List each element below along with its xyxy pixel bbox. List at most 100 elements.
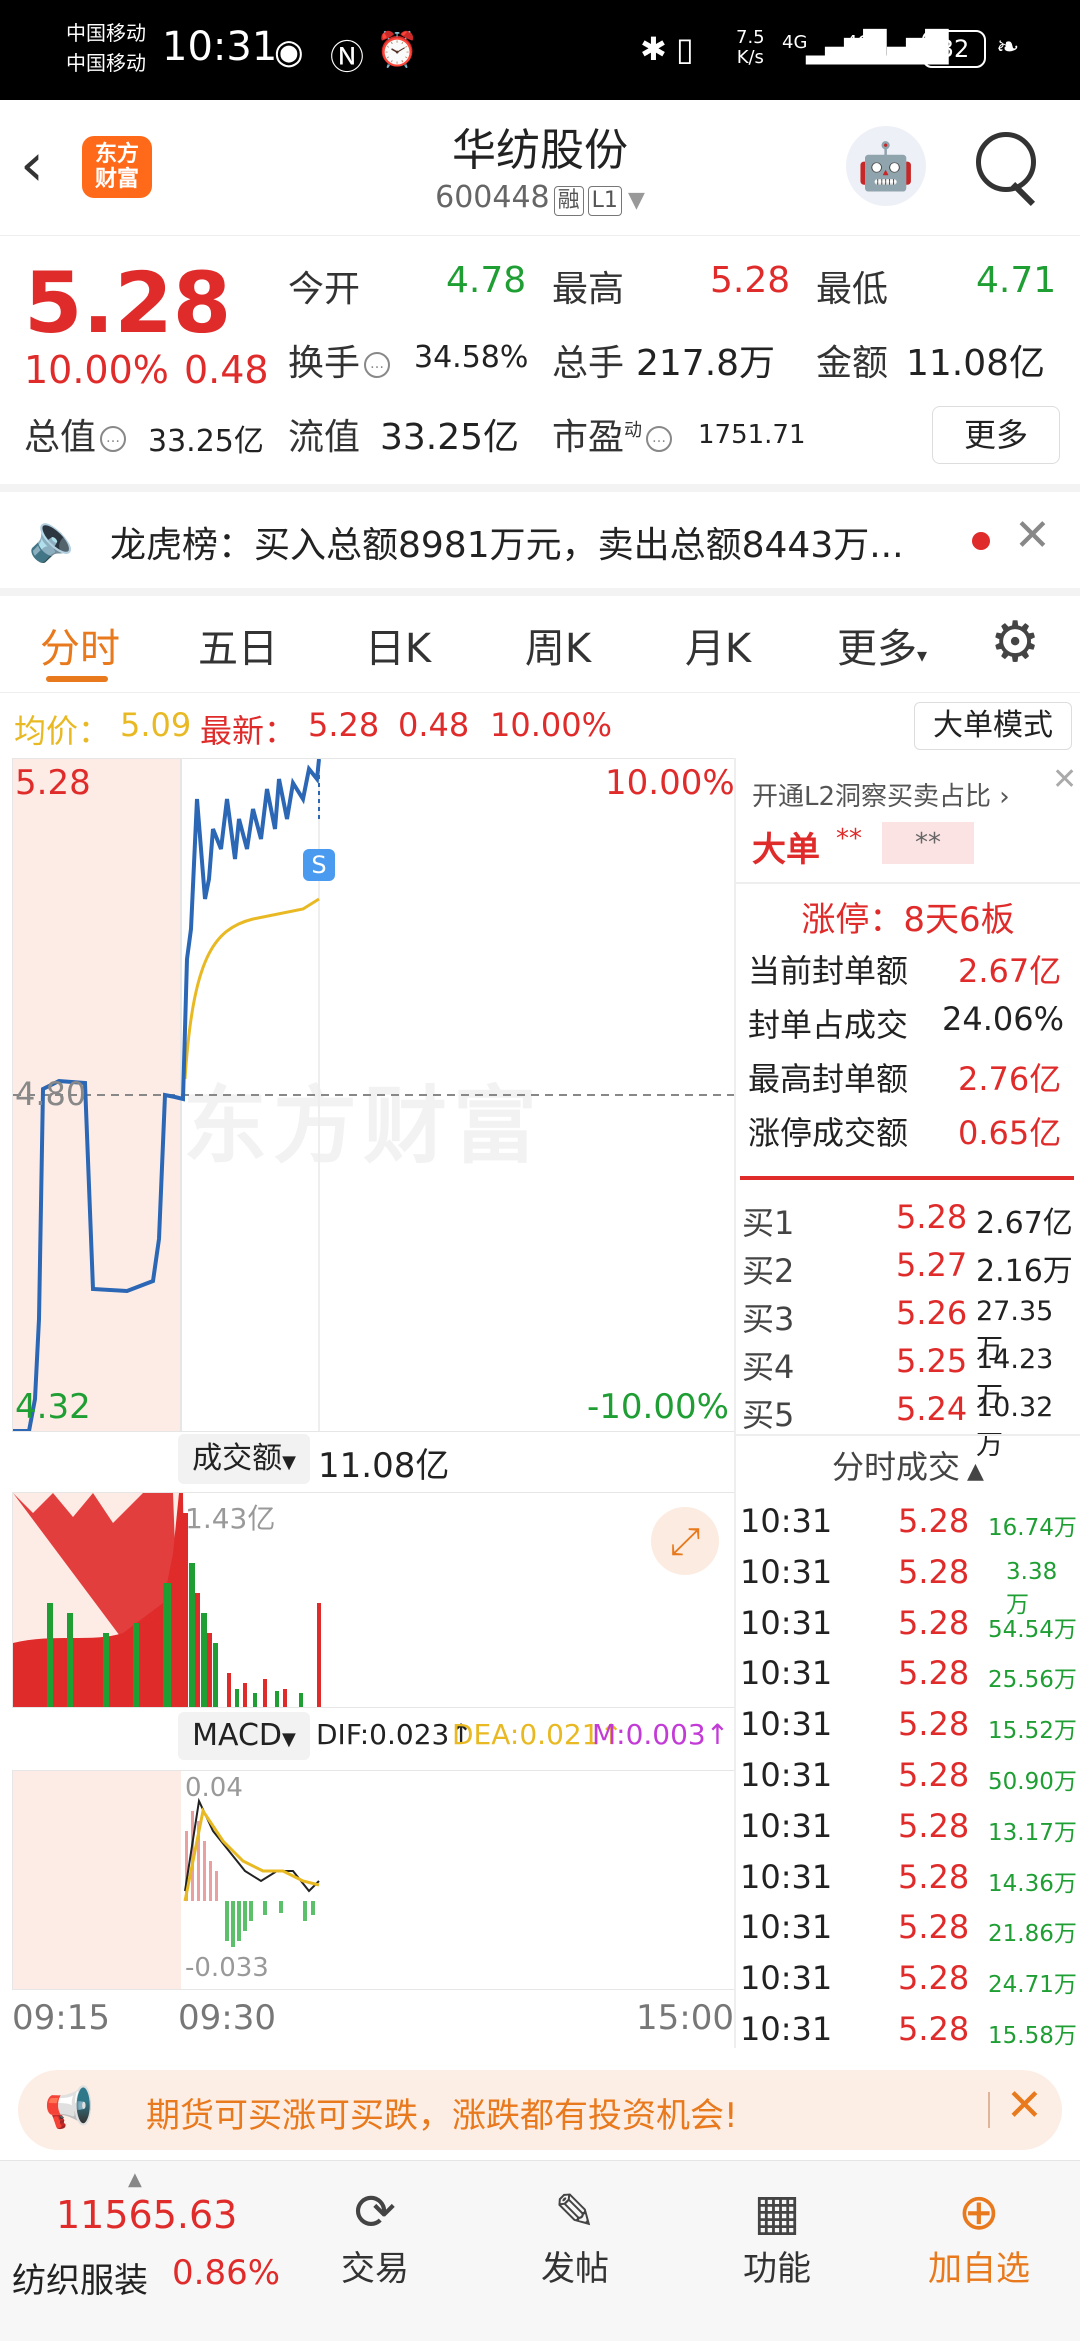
macd-m: M:0.003↑: [592, 1718, 730, 1751]
pct-top-label: 10.00%: [605, 763, 735, 803]
macd-top-label: 0.04: [185, 1773, 243, 1803]
caret-up-icon: ▲: [128, 2169, 142, 2190]
trades-title[interactable]: 分时成交 ▲: [736, 1442, 1080, 1488]
trade-row: 10:31 5.28 25.56万: [740, 1654, 1077, 1694]
tab-intraday[interactable]: 分时: [20, 616, 140, 674]
stock-code: 600448: [435, 180, 550, 215]
side-divider: [734, 758, 736, 2048]
close-icon[interactable]: ✕: [1006, 2080, 1043, 2131]
max-seal-label: 最高封单额: [748, 1060, 909, 1098]
turnover-value: 34.58%: [414, 340, 529, 375]
vibrate-icon: ▯: [676, 30, 694, 68]
intraday-chart[interactable]: 东方财富 5.28 4.80 4.32 10.00% -10.00% S: [12, 758, 736, 1432]
trade-row: 10:31 5.28 54.54万: [740, 1603, 1077, 1643]
volume-svg: [13, 1493, 321, 1707]
volume-chart: 1.43亿 ⤢: [12, 1492, 736, 1708]
divider-red: [740, 1176, 1074, 1180]
big-order-value-2: **: [882, 822, 974, 864]
leaf-icon: ❧: [996, 30, 1020, 63]
index-value[interactable]: 11565.63: [56, 2193, 237, 2237]
l2-link[interactable]: 开通L2洞察买卖占比 ›: [752, 776, 1010, 813]
info-icon[interactable]: …: [100, 426, 127, 452]
tag-rong: 融: [553, 186, 584, 216]
search-icon[interactable]: [976, 132, 1036, 192]
time-0915: 09:15: [12, 1998, 110, 2038]
total-cap-value: 33.25亿: [148, 424, 264, 459]
megaphone-icon: 📢: [44, 2085, 94, 2131]
tab-five-day[interactable]: 五日: [178, 616, 298, 674]
change-value: 0.48: [184, 348, 269, 392]
limit-up-title: 涨停：8天6板: [801, 900, 1015, 940]
max-seal-value: 2.76亿: [958, 1060, 1062, 1098]
trade-row: 10:31 5.28 21.86万: [740, 1908, 1077, 1948]
latest-value: 5.28: [308, 706, 380, 744]
net-speed: 7.5 K/s: [736, 27, 765, 68]
bid-row[interactable]: 买5 5.24 10.32万: [736, 1386, 1080, 1461]
gear-icon[interactable]: ⚙: [990, 610, 1040, 675]
sell-marker[interactable]: S: [303, 849, 335, 881]
side-panel: 开通L2洞察买卖占比 › ✕ 大单 ** ** 涨停：8天6板 当前封单额 2.…: [736, 758, 1080, 2049]
nav-post[interactable]: ✎ 发帖: [500, 2183, 650, 2290]
info-icon[interactable]: …: [646, 426, 673, 452]
banner-text: 期货可买涨可买跌，涨跌都有投资机会!: [146, 2096, 738, 2136]
close-icon[interactable]: ✕: [1014, 510, 1051, 561]
promo-banner[interactable]: 📢 期货可买涨可买跌，涨跌都有投资机会! ✕: [18, 2070, 1062, 2150]
clock: 10:31: [162, 24, 278, 70]
macd-dif: DIF:0.023↑: [316, 1718, 473, 1751]
tag-l1: L1: [587, 186, 622, 216]
high-label: 最高: [552, 269, 625, 310]
robot-assistant-icon[interactable]: 🤖: [846, 126, 926, 206]
tab-weekly-k[interactable]: 周K: [498, 616, 618, 674]
notice-bar[interactable]: 🔈 龙虎榜：买入总额8981万元，卖出总额8443万... ✕: [0, 492, 1080, 588]
y-bottom-label: 4.32: [15, 1387, 91, 1427]
header: ‹ 东方 财富 华纺股份 600448 融 L1 ▼ 🤖: [0, 100, 1080, 236]
pe-label: 市盈动…: [552, 408, 676, 460]
indicator-selector[interactable]: MACD▼: [178, 1712, 310, 1760]
low-value: 4.71: [976, 260, 1057, 301]
trade-row: 10:31 5.28 13.17万: [740, 1806, 1077, 1846]
nav-trade[interactable]: ⟳ 交易: [300, 2183, 450, 2290]
info-icon[interactable]: …: [364, 352, 391, 378]
bid-row[interactable]: 买1 5.28 2.67亿: [736, 1194, 1080, 1242]
tab-daily-k[interactable]: 日K: [338, 616, 458, 674]
limit-volume-value: 0.65亿: [958, 1114, 1062, 1152]
big-order-mode-button[interactable]: 大单模式: [914, 702, 1072, 750]
volume-header: 成交额▼ 11.08亿: [0, 1430, 734, 1492]
trade-row: 10:31 5.28 14.36万: [740, 1857, 1077, 1897]
tab-more[interactable]: 更多▾: [822, 616, 942, 674]
latest-pct: 10.00%: [490, 706, 613, 744]
macd-chart: 0.04 -0.033: [12, 1770, 736, 1990]
volume-selector[interactable]: 成交额▼: [178, 1434, 310, 1484]
nav-add-watchlist[interactable]: ⊕ 加自选: [904, 2183, 1054, 2290]
tab-monthly-k[interactable]: 月K: [658, 616, 778, 674]
trade-row: 10:31 5.28 24.71万: [740, 1959, 1077, 1999]
bid-row[interactable]: 买3 5.26 27.35万: [736, 1290, 1080, 1365]
quote-panel: 5.28 10.00% 0.48 今开 4.78 最高 5.28 最低 4.71…: [0, 236, 1080, 484]
avg-label: 均价：: [14, 712, 111, 750]
open-value: 4.78: [446, 260, 527, 301]
more-button[interactable]: 更多: [932, 406, 1060, 464]
status-bar: 中国移动 中国移动 10:31 ◉ Ⓝ ⏰ ✱ ▯ 7.5 K/s 4G ▂▄▆█…: [0, 0, 1080, 100]
expand-icon[interactable]: ⤢: [651, 1507, 719, 1575]
bid-row[interactable]: 买4 5.25 14.23万: [736, 1338, 1080, 1413]
alarm-icon: ⏰: [376, 30, 419, 70]
index-name[interactable]: 纺织服装: [12, 2253, 148, 2302]
time-1500: 15:00: [636, 1998, 734, 2038]
index-pct: 0.86%: [172, 2253, 281, 2293]
tab-indicator: [46, 676, 108, 682]
macd-header: MACD▼ DIF:0.023↑ DEA:0.021↑ M:0.003↑: [0, 1710, 734, 1764]
limit-volume-label: 涨停成交额: [748, 1114, 909, 1152]
low-label: 最低: [816, 269, 889, 310]
pct-bottom-label: -10.00%: [587, 1387, 729, 1427]
bid-row[interactable]: 买2 5.27 2.16万: [736, 1242, 1080, 1290]
big-order-value-1: **: [836, 824, 862, 854]
yuan-cycle-icon: ⟳: [354, 2183, 396, 2241]
trade-row: 10:31 5.28 15.58万: [740, 2009, 1077, 2049]
close-icon[interactable]: ✕: [1052, 762, 1077, 797]
time-0930: 09:30: [178, 1998, 276, 2038]
nav-function[interactable]: ▦ 功能: [702, 2183, 852, 2290]
volume-label: 总手: [552, 343, 625, 384]
divider: [0, 484, 1080, 492]
macd-bottom-label: -0.033: [185, 1953, 269, 1983]
trade-row: 10:31 5.28 16.74万: [740, 1502, 1077, 1541]
